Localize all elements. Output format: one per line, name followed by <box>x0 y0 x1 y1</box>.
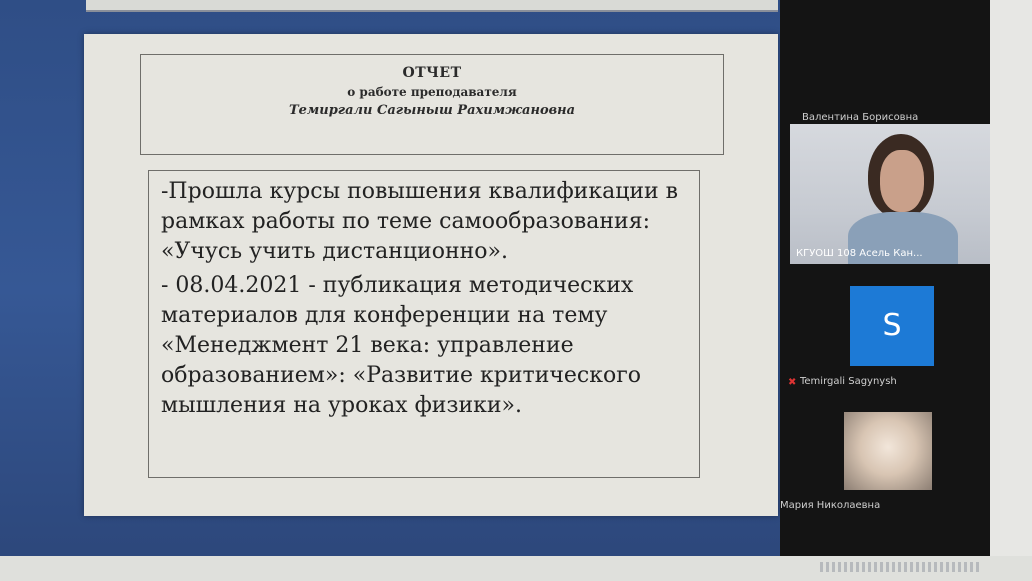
status-bar <box>0 556 1032 581</box>
participants-panel: Валентина Борисовна КГУОШ 108 Асель Кан.… <box>780 0 990 556</box>
paragraph-courses: -Прошла курсы повышения квалификации в р… <box>161 179 679 264</box>
participant-name: КГУОШ 108 Асель Кан... <box>796 248 923 259</box>
participant-name: Валентина Борисовна <box>802 112 919 123</box>
report-header-box: ОТЧЕТ о работе преподавателя Темиргали С… <box>140 54 724 155</box>
resize-grip-icon <box>820 562 980 572</box>
participant-video-tile[interactable]: КГУОШ 108 Асель Кан... <box>790 124 990 264</box>
person-face <box>880 150 924 212</box>
participant-photo[interactable] <box>844 412 932 490</box>
participant-avatar[interactable]: S <box>850 286 934 366</box>
window-edge <box>990 0 1032 556</box>
mic-muted-icon: ✖ <box>788 377 797 388</box>
participant-name: Мария Николаевна <box>780 500 881 511</box>
report-title: ОТЧЕТ <box>402 65 462 81</box>
screen: ОТЧЕТ о работе преподавателя Темиргали С… <box>0 0 1032 581</box>
paragraph-publication: - 08.04.2021 - публикация методических м… <box>161 273 642 418</box>
report-subtitle: о работе преподавателя <box>347 85 517 99</box>
teacher-name: Темиргали Сагыныш Рахимжановна <box>288 103 576 118</box>
shared-document-page: ОТЧЕТ о работе преподавателя Темиргали С… <box>84 34 778 516</box>
report-content-box: -Прошла курсы повышения квалификации в р… <box>148 170 700 478</box>
participant-name: Temirgali Sagynysh <box>800 376 897 387</box>
toolbar-strip <box>86 0 778 12</box>
